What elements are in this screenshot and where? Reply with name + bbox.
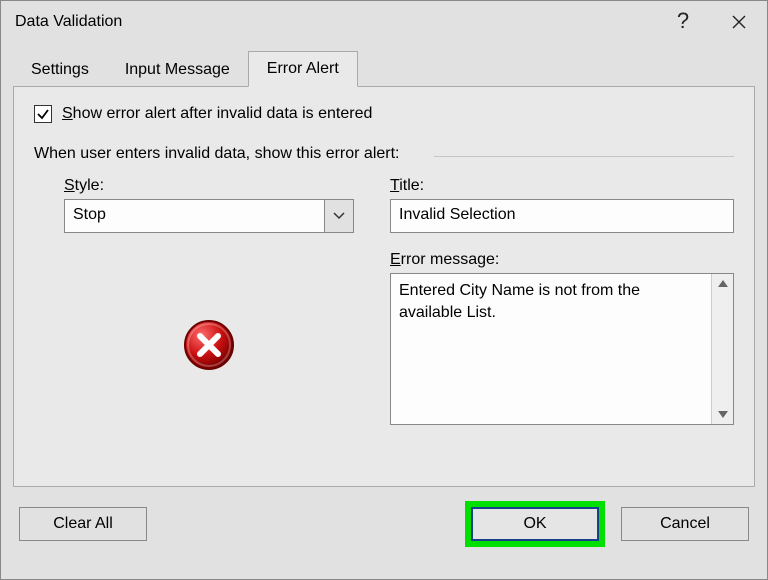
dialog-button-row: Clear All OK Cancel (13, 487, 755, 547)
show-alert-row: Show error alert after invalid data is e… (34, 105, 734, 123)
show-alert-checkbox[interactable] (34, 105, 52, 123)
style-dropdown[interactable]: Stop (64, 199, 354, 233)
tab-error-alert[interactable]: Error Alert (248, 51, 358, 87)
cancel-button[interactable]: Cancel (621, 507, 749, 541)
section-rule (434, 156, 734, 157)
style-label: Style: (64, 177, 354, 195)
title-label: Title: (390, 177, 734, 195)
ok-highlight: OK (465, 501, 605, 547)
tabstrip: Settings Input Message Error Alert (13, 51, 755, 87)
style-dropdown-button[interactable] (324, 199, 354, 233)
show-alert-label: Show error alert after invalid data is e… (62, 105, 372, 123)
error-message-input[interactable]: Entered City Name is not from the availa… (390, 273, 734, 425)
tab-settings[interactable]: Settings (13, 53, 107, 87)
close-button[interactable] (711, 1, 767, 43)
scroll-down-icon (717, 410, 729, 420)
section-label: When user enters invalid data, show this… (34, 145, 734, 163)
tab-page-error-alert: Show error alert after invalid data is e… (13, 87, 755, 487)
close-icon (731, 14, 747, 30)
clear-all-button[interactable]: Clear All (19, 507, 147, 541)
scroll-up-icon (717, 278, 729, 288)
title-input[interactable]: Invalid Selection (390, 199, 734, 233)
scrollbar[interactable] (711, 274, 733, 424)
error-message-label: Error message: (390, 251, 734, 269)
help-button[interactable]: ? (655, 1, 711, 43)
error-message-text: Entered City Name is not from the availa… (391, 274, 711, 424)
stop-error-icon (183, 319, 235, 371)
titlebar: Data Validation ? (1, 1, 767, 43)
window-title: Data Validation (15, 13, 655, 31)
ok-button[interactable]: OK (471, 507, 599, 541)
chevron-down-icon (333, 212, 345, 220)
checkmark-icon (36, 107, 50, 121)
style-value: Stop (64, 199, 324, 233)
section-label-text: When user enters invalid data, show this… (34, 145, 400, 162)
tab-input-message[interactable]: Input Message (107, 53, 248, 87)
